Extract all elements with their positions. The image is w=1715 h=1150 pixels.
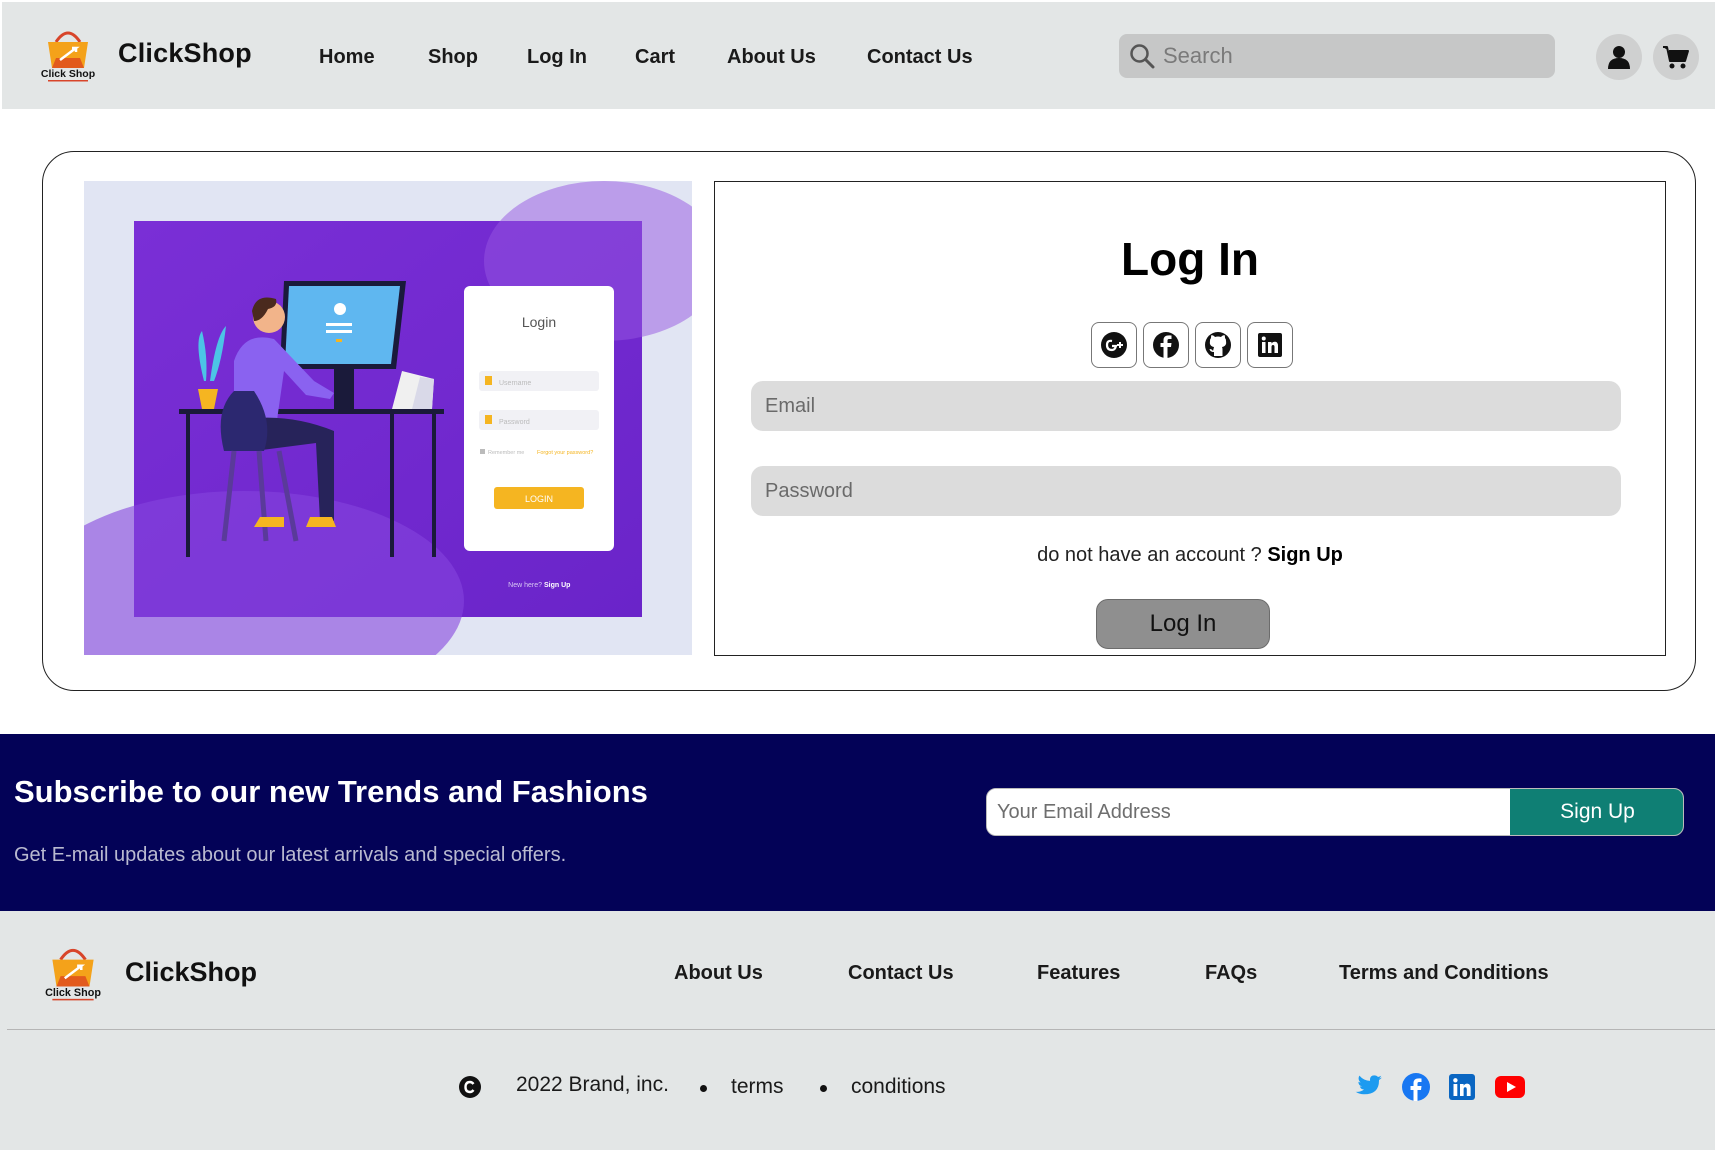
twitter-icon xyxy=(1355,1075,1382,1095)
copyright-icon xyxy=(459,1076,481,1098)
subscribe-email-input[interactable] xyxy=(987,789,1511,835)
nav-login[interactable]: Log In xyxy=(527,46,587,69)
linkedin-icon xyxy=(1258,333,1282,357)
svg-text:Click Shop: Click Shop xyxy=(45,987,101,999)
footer-link-about-us[interactable]: About Us xyxy=(674,962,763,985)
nav-home[interactable]: Home xyxy=(319,46,375,69)
subscribe-subtitle: Get E-mail updates about our latest arri… xyxy=(14,844,567,866)
footer-link-features[interactable]: Features xyxy=(1037,962,1120,985)
social-login-row xyxy=(1091,322,1293,368)
svg-text:LOGIN: LOGIN xyxy=(525,494,553,504)
nav-contact-us[interactable]: Contact Us xyxy=(867,46,973,69)
twitter-link[interactable] xyxy=(1352,1071,1384,1103)
footer-brand-name[interactable]: ClickShop xyxy=(125,957,257,988)
cart-button[interactable] xyxy=(1653,34,1699,80)
google-plus-icon xyxy=(1101,332,1127,358)
subscribe-title: Subscribe to our new Trends and Fashions xyxy=(14,774,648,809)
google-login-button[interactable] xyxy=(1091,322,1137,368)
github-icon xyxy=(1205,332,1231,358)
facebook-icon xyxy=(1402,1073,1430,1101)
login-form-panel: Log In Email do not have an account ? Si… xyxy=(714,181,1666,656)
password-field[interactable] xyxy=(751,466,1621,516)
brand-name[interactable]: ClickShop xyxy=(118,38,252,69)
footer-link-faqs[interactable]: FAQs xyxy=(1205,962,1257,985)
subscribe-form: Sign Up xyxy=(986,788,1684,836)
youtube-link[interactable] xyxy=(1494,1071,1526,1103)
search-input[interactable] xyxy=(1163,34,1543,78)
site-header: Click Shop ClickShop Home Shop Log In Ca… xyxy=(2,2,1715,109)
separator-dot xyxy=(820,1085,827,1092)
nav-shop[interactable]: Shop xyxy=(428,46,478,69)
conditions-link[interactable]: conditions xyxy=(851,1075,946,1099)
github-login-button[interactable] xyxy=(1195,322,1241,368)
footer-link-contact-us[interactable]: Contact Us xyxy=(848,962,954,985)
facebook-link[interactable] xyxy=(1400,1071,1432,1103)
svg-text:New here?: New here? xyxy=(508,582,542,589)
clickshop-logo[interactable]: Click Shop xyxy=(36,22,100,84)
login-illustration: Login Username Password Remember me Forg… xyxy=(24,181,724,711)
subscribe-banner: Subscribe to our new Trends and Fashions… xyxy=(0,734,1715,911)
illustration-graphic: Login Username Password Remember me Forg… xyxy=(24,181,724,711)
svg-text:Forgot your password?: Forgot your password? xyxy=(537,450,593,456)
linkedin-link[interactable] xyxy=(1446,1071,1478,1103)
signup-link[interactable]: Sign Up xyxy=(1267,544,1343,566)
facebook-login-button[interactable] xyxy=(1143,322,1189,368)
nav-about-us[interactable]: About Us xyxy=(727,46,816,69)
facebook-icon xyxy=(1153,332,1179,358)
footer-divider xyxy=(7,1029,1715,1030)
svg-text:Sign Up: Sign Up xyxy=(544,582,570,589)
svg-text:Password: Password xyxy=(499,419,530,426)
search-box[interactable] xyxy=(1119,34,1555,78)
youtube-icon xyxy=(1495,1076,1525,1098)
user-icon xyxy=(1608,46,1630,69)
separator-dot xyxy=(700,1085,707,1092)
nav-cart[interactable]: Cart xyxy=(635,46,675,69)
search-icon xyxy=(1130,44,1155,69)
linkedin-icon xyxy=(1449,1074,1475,1100)
no-account-text: do not have an account ? xyxy=(1037,544,1262,566)
signup-prompt: do not have an account ? Sign Up xyxy=(715,544,1665,567)
svg-text:Login: Login xyxy=(522,314,556,330)
email-field[interactable] xyxy=(751,381,1621,431)
cart-icon xyxy=(1663,46,1689,69)
footer-link-terms-and-conditions[interactable]: Terms and Conditions xyxy=(1339,962,1549,985)
account-button[interactable] xyxy=(1596,34,1642,80)
linkedin-login-button[interactable] xyxy=(1247,322,1293,368)
svg-text:Remember me: Remember me xyxy=(488,450,524,456)
login-title: Log In xyxy=(1121,233,1259,285)
svg-text:Username: Username xyxy=(499,380,531,387)
login-submit-button[interactable]: Log In xyxy=(1096,599,1270,649)
footer-logo[interactable]: Click Shop xyxy=(40,939,106,1003)
svg-text:Click Shop: Click Shop xyxy=(41,68,95,80)
subscribe-signup-button[interactable]: Sign Up xyxy=(1510,789,1683,835)
copyright-text: 2022 Brand, inc. xyxy=(516,1073,669,1096)
site-footer: Click Shop ClickShop About Us Contact Us… xyxy=(0,911,1715,1150)
terms-link[interactable]: terms xyxy=(731,1075,784,1099)
